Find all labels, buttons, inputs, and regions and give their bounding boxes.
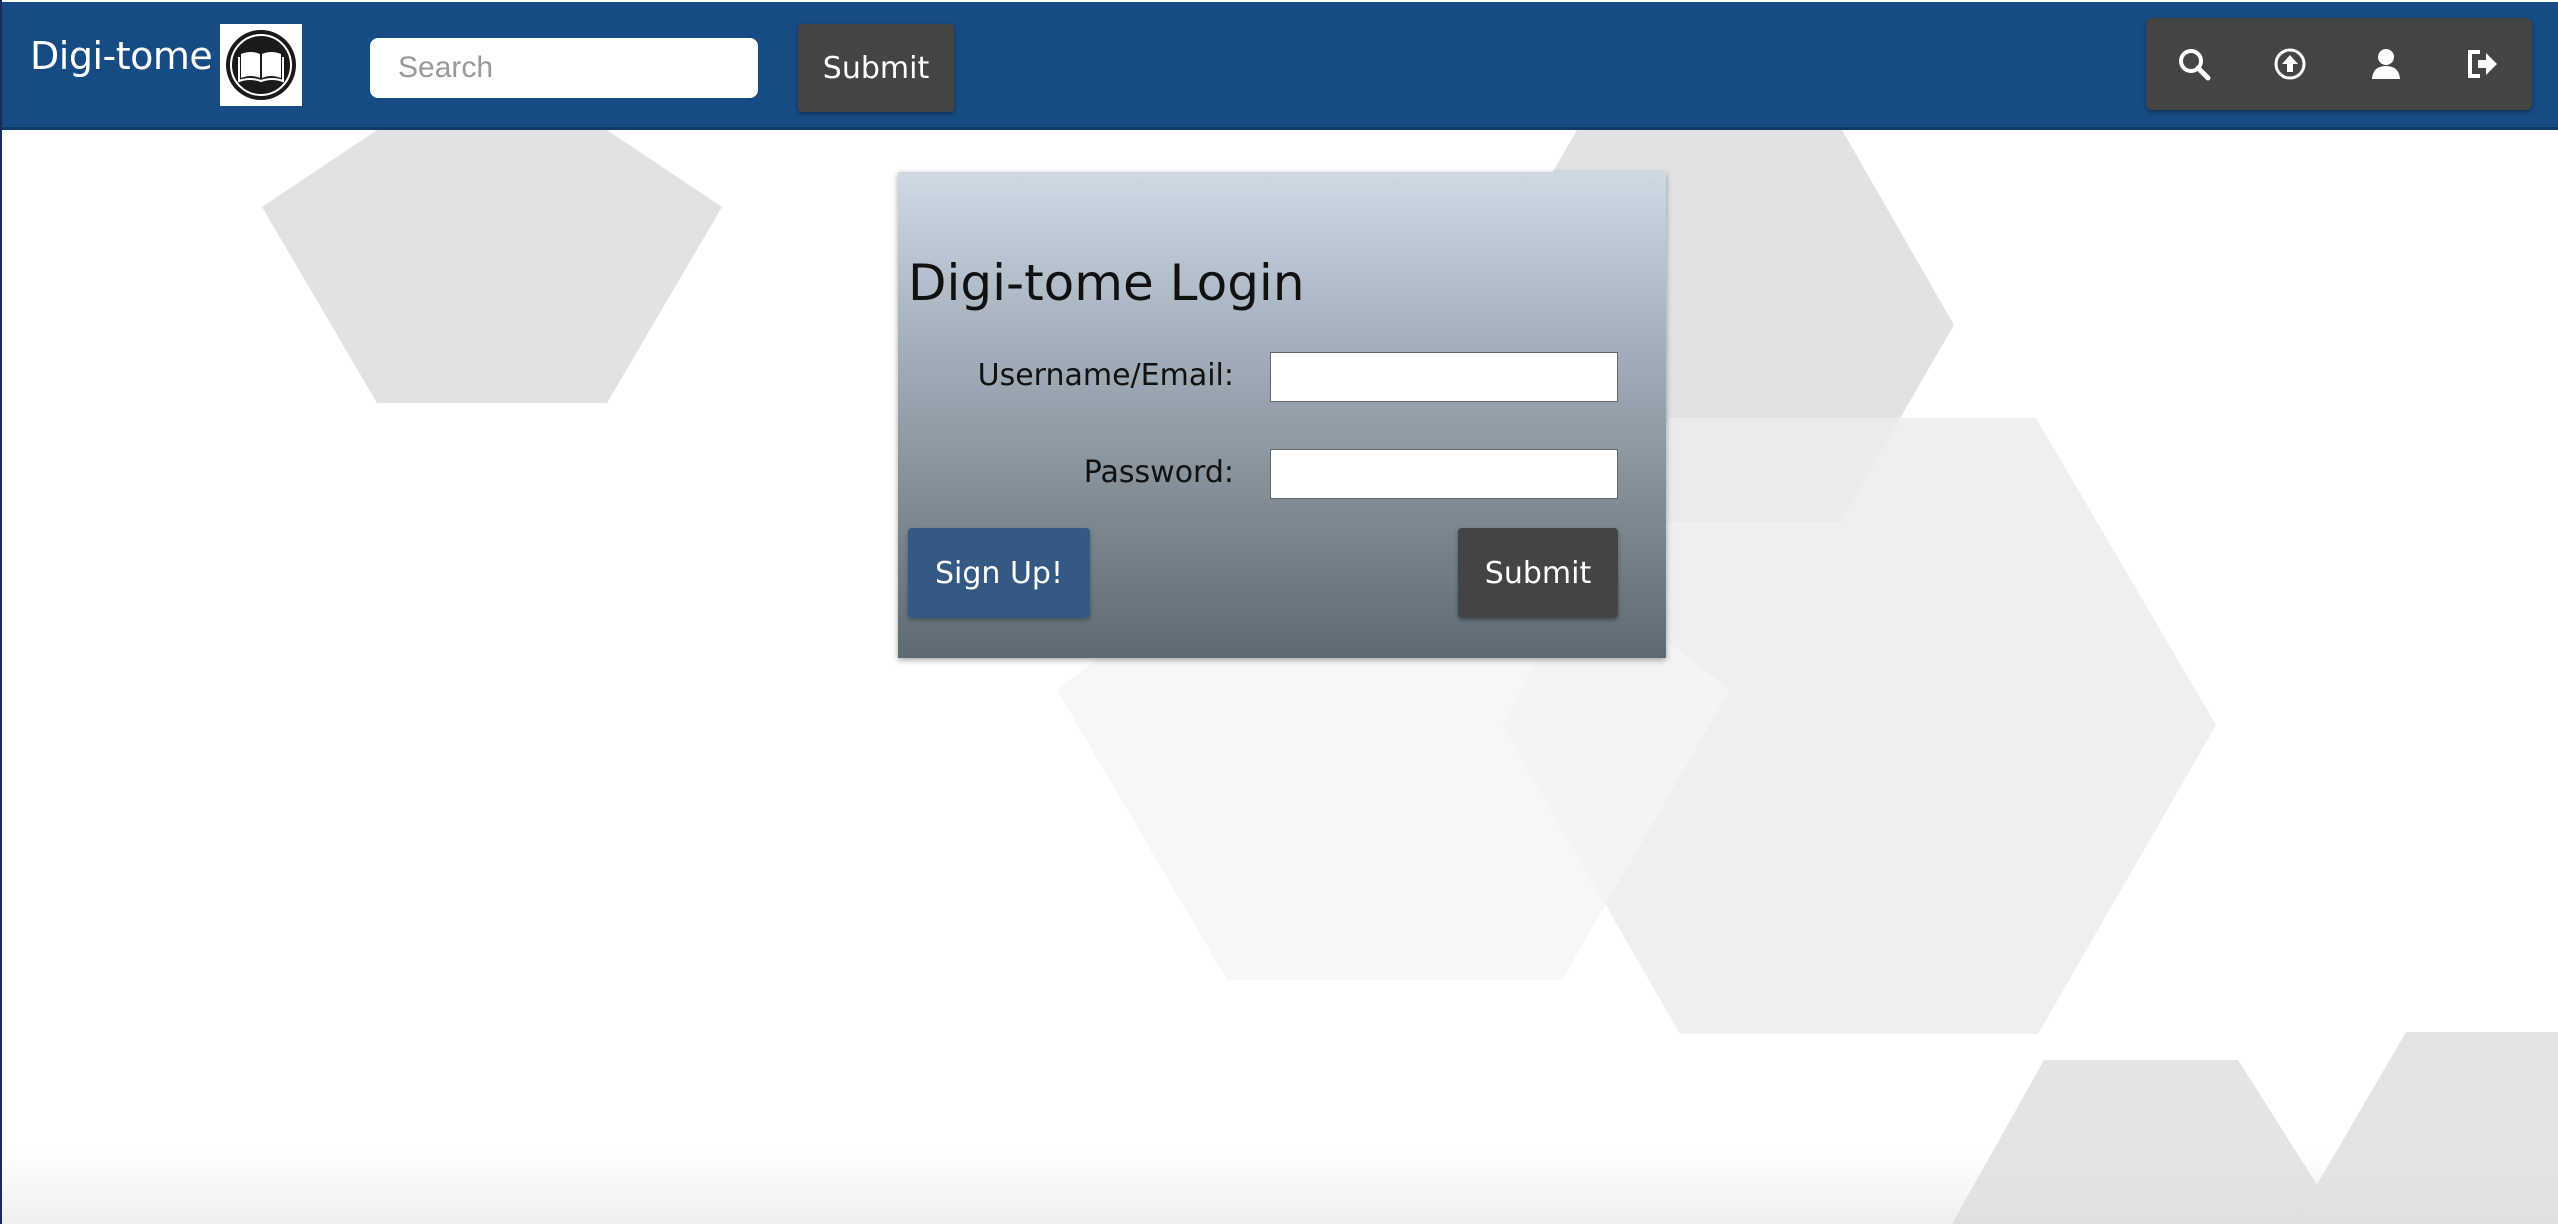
login-panel: Digi-tome Login Username/Email: Password… [898,172,1666,658]
bottom-fade [2,1150,2558,1224]
login-submit-button[interactable]: Submit [1458,528,1618,618]
page: Digi-tome Submit [0,0,2558,1224]
brand-name[interactable]: Digi-tome [30,34,213,78]
profile-button[interactable] [2338,18,2434,110]
sign-up-button[interactable]: Sign Up! [908,528,1090,618]
search-submit-button[interactable]: Submit [798,24,954,112]
username-label: Username/Email: [977,358,1234,393]
top-navbar: Digi-tome Submit [2,2,2558,130]
logout-button[interactable] [2434,18,2530,110]
nav-icon-group [2146,18,2532,110]
upload-icon [2274,48,2306,80]
login-title: Digi-tome Login [908,254,1305,312]
logo[interactable] [220,24,302,106]
open-book-icon [226,30,296,100]
user-icon [2372,49,2400,79]
bg-hexagon [262,130,722,403]
logout-icon [2468,50,2497,78]
password-label: Password: [1083,455,1234,490]
username-field[interactable] [1270,352,1618,402]
search-button[interactable] [2146,18,2242,110]
search-input[interactable] [370,38,758,98]
upload-button[interactable] [2242,18,2338,110]
search-icon [2179,49,2211,81]
password-field[interactable] [1270,449,1618,499]
